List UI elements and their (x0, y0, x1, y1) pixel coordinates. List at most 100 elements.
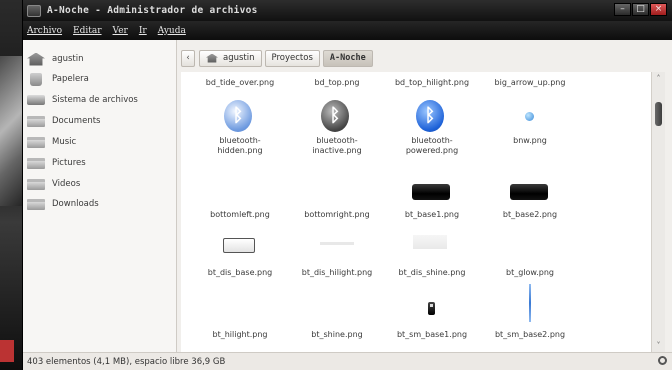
sidebar-item-label: Videos (52, 179, 81, 189)
location-bar: ‹ agustin Proyectos A-Noche (181, 48, 376, 68)
folder-icon (27, 115, 45, 127)
breadcrumb-agustin[interactable]: agustin (199, 49, 262, 67)
breadcrumb-label: A-Noche (329, 53, 366, 63)
window-controls: – □ × (614, 3, 667, 16)
file-item[interactable]: bt_base1.png (375, 172, 489, 220)
small-bar-icon (428, 302, 435, 315)
breadcrumb-a-noche[interactable]: A-Noche (322, 49, 373, 67)
file-icon-view: bd_tide_over.png bd_top.png bd_top_hilig… (181, 72, 653, 352)
sidebar-item-pictures[interactable]: Pictures (27, 154, 175, 172)
back-button[interactable]: ‹ (181, 49, 195, 67)
file-item[interactable]: bt_base2.png (473, 172, 587, 220)
file-manager-window: A-Noche - Administrador de archivos – □ … (22, 0, 672, 370)
sidebar-item-label: Pictures (52, 158, 86, 168)
window-title: A-Noche - Administrador de archivos (47, 5, 258, 16)
file-item[interactable]: big_arrow_up.png (473, 78, 587, 88)
bluetooth-glyph: ᛒ (232, 105, 244, 126)
title-bar[interactable]: A-Noche - Administrador de archivos – □ … (23, 0, 672, 21)
bluetooth-glyph: ᛒ (424, 105, 436, 126)
menu-bar: Archivo Editar Ver Ir Ayuda (23, 21, 672, 40)
status-text: 403 elementos (4,1 MB), espacio libre 36… (27, 356, 226, 367)
bluetooth-glyph: ᛒ (329, 105, 341, 126)
file-item[interactable]: ᛒ bluetooth- powered.png (375, 98, 489, 156)
file-name: bt_sm_base2.png (494, 330, 566, 339)
file-thumbnail (375, 292, 489, 326)
breadcrumb-proyectos[interactable]: Proyectos (264, 49, 320, 67)
app-icon (27, 4, 41, 17)
sidebar-item-videos[interactable]: Videos (27, 175, 175, 193)
folder-icon (27, 178, 45, 190)
sidebar-item-home[interactable]: agustin (27, 50, 175, 68)
maximize-button[interactable]: □ (632, 3, 649, 16)
status-bar: 403 elementos (4,1 MB), espacio libre 36… (23, 352, 672, 370)
home-icon (206, 53, 218, 63)
vertical-scrollbar[interactable]: ˄ ˅ (651, 72, 665, 352)
resize-grip-icon[interactable] (658, 356, 667, 365)
folder-icon (27, 136, 45, 148)
globe-icon (525, 112, 534, 121)
scrollbar-thumb[interactable] (655, 102, 662, 126)
file-name: bt_base1.png (404, 210, 460, 219)
file-thumbnail (473, 284, 587, 326)
menu-ver[interactable]: Ver (113, 26, 128, 36)
file-thumbnail (473, 98, 587, 132)
sidebar-item-downloads[interactable]: Downloads (27, 195, 175, 213)
bluetooth-light-icon: ᛒ (224, 100, 252, 132)
file-item[interactable]: bt_glow.png (473, 230, 587, 278)
desktop-wallpaper-accent (0, 340, 14, 362)
file-name: bt_base2.png (502, 210, 558, 219)
file-name: bnw.png (513, 136, 547, 145)
sidebar-item-label: Sistema de archivos (52, 95, 138, 105)
file-name: bd_top_hilight.png (394, 78, 470, 87)
desktop-wallpaper (0, 56, 22, 206)
file-item[interactable]: bt_dis_shine.png (375, 230, 489, 278)
file-thumbnail (473, 172, 587, 206)
black-bar-icon (412, 184, 450, 200)
sidebar-item-label: Downloads (52, 199, 99, 209)
folder-icon (27, 198, 45, 210)
file-item[interactable]: bd_top_hilight.png (375, 78, 489, 88)
faint-box-icon (413, 235, 447, 249)
bluetooth-dark-icon: ᛒ (321, 100, 349, 132)
sidebar-item-documents[interactable]: Documents (27, 112, 175, 130)
file-item[interactable]: bt_sm_base2.png (473, 284, 587, 340)
file-item[interactable]: bt_sm_base1.png (375, 292, 489, 340)
breadcrumb-label: agustin (223, 53, 255, 63)
close-button[interactable]: × (650, 3, 667, 16)
sidebar-item-music[interactable]: Music (27, 133, 175, 151)
file-thumbnail (375, 172, 489, 206)
scroll-down-icon[interactable]: ˅ (652, 341, 665, 350)
bluetooth-blue-icon: ᛒ (416, 100, 444, 132)
breadcrumb-label: Proyectos (271, 53, 313, 63)
file-name: bt_dis_shine.png (398, 268, 466, 277)
folder-icon (27, 157, 45, 169)
sidebar-item-label: Music (52, 137, 77, 147)
file-thumbnail (473, 230, 587, 264)
sidebar-item-filesystem[interactable]: Sistema de archivos (27, 91, 175, 109)
black-bar-icon (510, 184, 548, 200)
drive-icon (27, 95, 45, 105)
file-item[interactable]: bnw.png (473, 98, 587, 146)
faint-bar-icon (320, 242, 354, 245)
home-icon (27, 52, 45, 66)
sidebar-item-label: agustin (52, 54, 84, 64)
minimize-button[interactable]: – (614, 3, 631, 16)
white-box-icon (223, 238, 255, 253)
menu-editar[interactable]: Editar (73, 26, 102, 36)
trash-icon (30, 72, 42, 86)
vertical-line-icon (529, 284, 531, 322)
file-name: bt_glow.png (506, 268, 554, 277)
file-thumbnail (375, 230, 489, 264)
sidebar-item-label: Documents (52, 116, 101, 126)
sidebar-item-trash[interactable]: Papelera (27, 70, 175, 88)
places-sidebar: agustin Papelera Sistema de archivos Doc… (23, 40, 177, 352)
menu-ir[interactable]: Ir (139, 26, 147, 36)
file-name: big_arrow_up.png (494, 78, 566, 87)
sidebar-item-label: Papelera (52, 74, 89, 84)
file-thumbnail: ᛒ (375, 98, 489, 132)
file-name: bluetooth- powered.png (405, 136, 459, 155)
scroll-up-icon[interactable]: ˄ (652, 74, 665, 83)
file-name: bt_sm_base1.png (396, 330, 468, 339)
menu-ayuda[interactable]: Ayuda (158, 26, 186, 36)
menu-archivo[interactable]: Archivo (27, 26, 62, 36)
